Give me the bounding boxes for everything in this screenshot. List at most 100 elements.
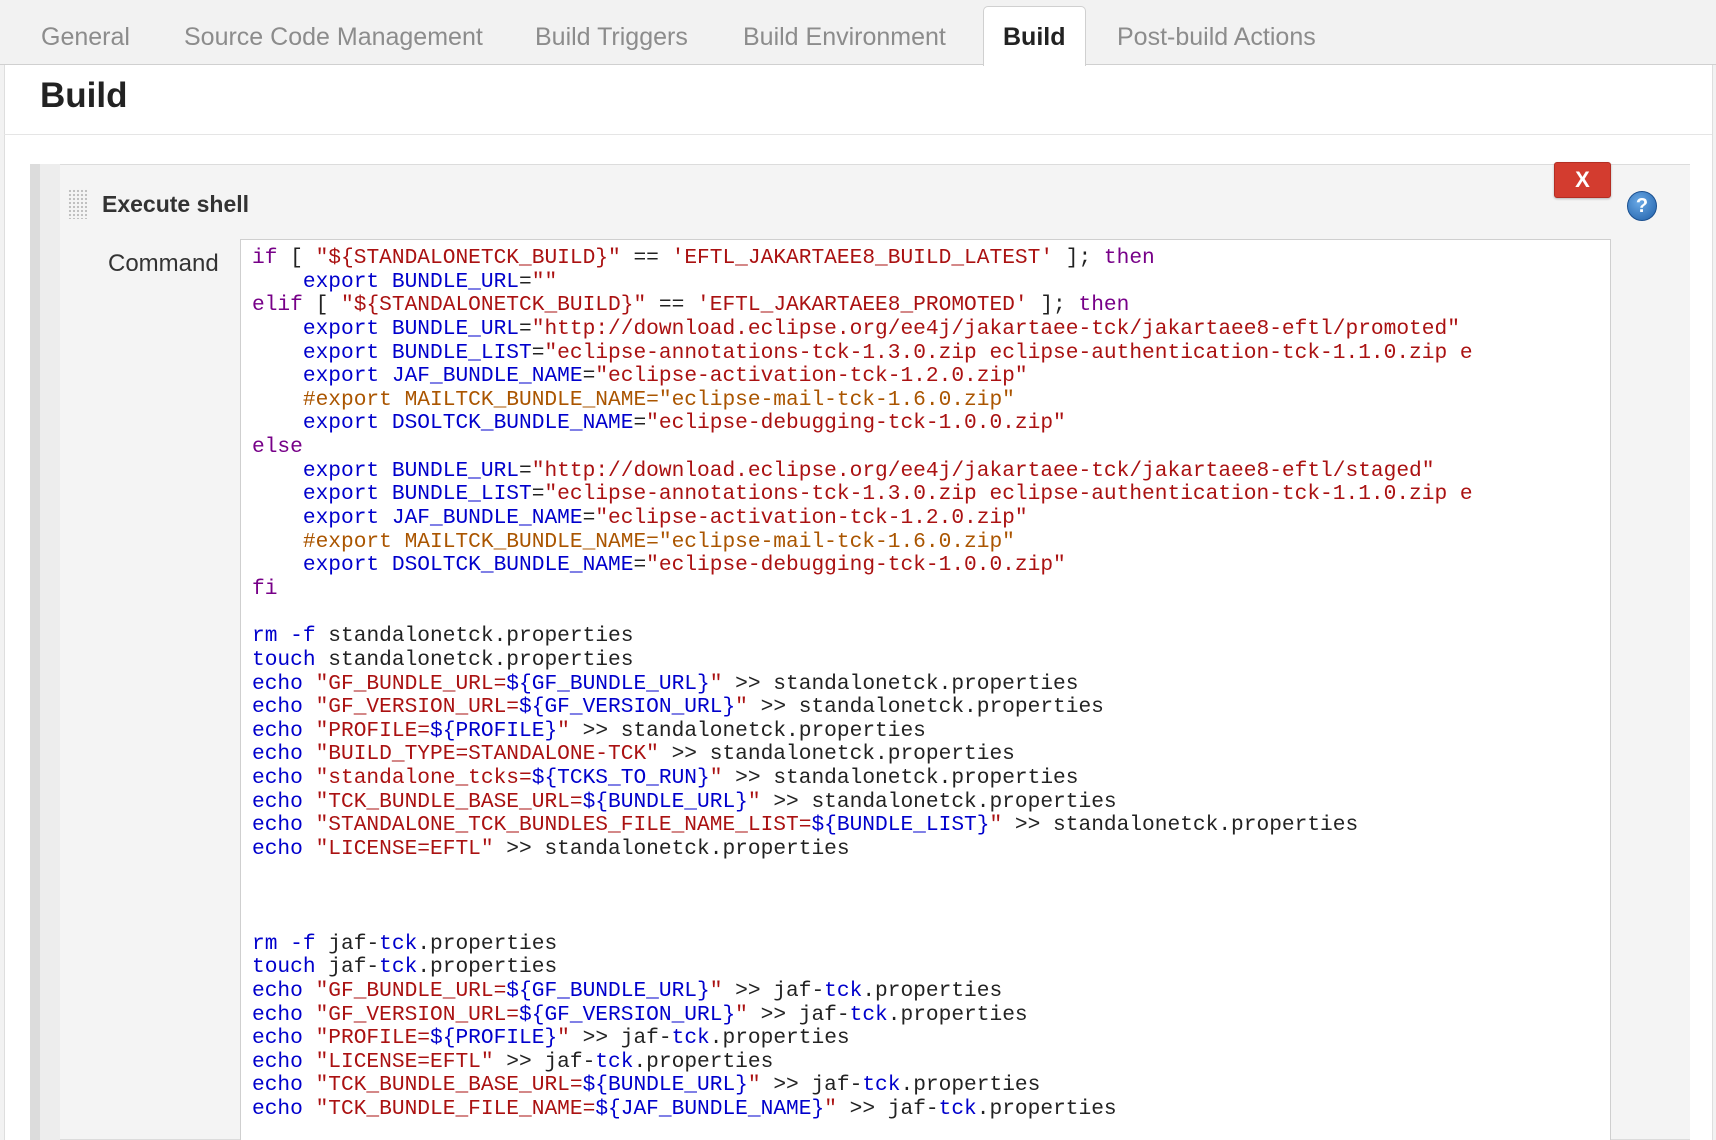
- code-token: fi: [252, 576, 278, 601]
- page-border-left: [0, 65, 5, 1140]
- code-line: rm -f standalonetck.properties: [252, 624, 1473, 649]
- code-token: tck: [862, 1073, 901, 1098]
- code-token: echo: [252, 1026, 303, 1051]
- code-token: export: [302, 340, 380, 365]
- code-line: export JAF_BUNDLE_NAME="eclipse-activati…: [252, 506, 1473, 531]
- code-token: 'EFTL_JAKARTAEE8_PROMOTED': [697, 293, 1028, 318]
- code-token: ": [557, 718, 570, 743]
- code-token: ${JAF_BUNDLE_NAME}: [595, 1097, 825, 1122]
- tab-build[interactable]: Build: [983, 6, 1086, 66]
- code-line: export BUNDLE_URL="http://download.eclip…: [252, 316, 1473, 342]
- code-token: >> standalonetck.properties: [1002, 813, 1359, 838]
- code-token: ": [735, 695, 748, 720]
- code-token: "GF_VERSION_URL=: [315, 695, 520, 720]
- code-token: =: [519, 316, 532, 341]
- code-token: touch: [252, 647, 316, 672]
- code-token: then: [1078, 293, 1130, 318]
- code-line: fi: [252, 576, 1473, 602]
- code-token: export: [302, 411, 380, 436]
- code-token: #export MAILTCK_BUNDLE_NAME="eclipse-mai…: [302, 387, 1015, 412]
- code-token: -f: [290, 931, 316, 956]
- code-token: then: [1103, 246, 1155, 270]
- code-token: ${GF_VERSION_URL}: [519, 1002, 736, 1027]
- code-token: .properties: [417, 955, 558, 980]
- code-token: >> jaf-: [722, 978, 825, 1003]
- code-token: .properties: [633, 1049, 774, 1074]
- code-token: >> jaf-: [493, 1049, 596, 1074]
- code-token: >> standalonetck.properties: [493, 837, 850, 862]
- code-token: "TCK_BUNDLE_BASE_URL=: [315, 789, 583, 814]
- code-token: tck: [671, 1026, 710, 1051]
- code-token: tck: [824, 978, 863, 1003]
- code-token: .properties: [709, 1026, 850, 1051]
- code-token: JAF_BUNDLE_NAME: [391, 506, 583, 531]
- code-token: >> jaf-: [760, 1073, 863, 1098]
- tab-build-environment[interactable]: Build Environment: [743, 14, 946, 64]
- code-token: if: [252, 246, 278, 270]
- command-editor[interactable]: if [ "${STANDALONETCK_BUILD}" == 'EFTL_J…: [240, 239, 1611, 1140]
- code-token: [: [302, 293, 342, 318]
- code-line: touch standalonetck.properties: [252, 647, 1473, 673]
- code-line: export BUNDLE_URL="http://download.eclip…: [252, 458, 1473, 484]
- code-token: BUNDLE_LIST: [391, 482, 532, 507]
- code-token: echo: [252, 695, 303, 720]
- code-line: export JAF_BUNDLE_NAME="eclipse-activati…: [252, 364, 1473, 389]
- tab-source-code-management[interactable]: Source Code Management: [184, 14, 483, 64]
- code-token: "${STANDALONETCK_BUILD}": [315, 246, 621, 270]
- code-token: >> standalonetck.properties: [569, 718, 926, 743]
- code-token: "STANDALONE_TCK_BUNDLES_FILE_NAME_LIST=: [315, 813, 812, 838]
- help-icon[interactable]: ?: [1627, 191, 1657, 221]
- code-token: =: [531, 340, 545, 365]
- code-line: echo "TCK_BUNDLE_FILE_NAME=${JAF_BUNDLE_…: [252, 1097, 1473, 1122]
- code-token: ": [709, 978, 723, 1003]
- tab-build-triggers[interactable]: Build Triggers: [535, 14, 688, 64]
- code-token: ==: [646, 293, 698, 318]
- code-token: echo: [252, 742, 303, 767]
- code-token: -f: [290, 624, 316, 649]
- code-token: =: [519, 458, 532, 483]
- code-token: "eclipse-debugging-tck-1.0.0.zip": [646, 411, 1066, 436]
- code-token: ${GF_VERSION_URL}: [519, 695, 736, 720]
- command-code: if [ "${STANDALONETCK_BUILD}" == 'EFTL_J…: [252, 246, 1473, 1122]
- code-token: echo: [252, 718, 303, 743]
- config-tab-bar: General Source Code Management Build Tri…: [0, 0, 1716, 66]
- drag-handle-icon[interactable]: [68, 189, 87, 219]
- code-line: echo "LICENSE=EFTL" >> jaf-tck.propertie…: [252, 1049, 1473, 1075]
- code-line: if [ "${STANDALONETCK_BUILD}" == 'EFTL_J…: [252, 246, 1473, 271]
- code-line: echo "LICENSE=EFTL" >> standalonetck.pro…: [252, 837, 1473, 862]
- code-line: elif [ "${STANDALONETCK_BUILD}" == 'EFTL…: [252, 293, 1473, 318]
- tab-post-build-actions[interactable]: Post-build Actions: [1117, 14, 1316, 64]
- code-token: standalonetck.properties: [315, 624, 634, 649]
- code-token: jaf-: [315, 931, 380, 956]
- code-token: echo: [252, 1002, 303, 1027]
- code-token: ${PROFILE}: [430, 1026, 558, 1051]
- code-token: ": [709, 766, 723, 791]
- code-token: "LICENSE=EFTL": [315, 1049, 494, 1074]
- code-line: echo "STANDALONE_TCK_BUNDLES_FILE_NAME_L…: [252, 814, 1473, 838]
- delete-step-button[interactable]: X: [1554, 162, 1611, 198]
- tab-general[interactable]: General: [41, 14, 130, 64]
- code-line: echo "BUILD_TYPE=STANDALONE-TCK" >> stan…: [252, 743, 1473, 767]
- code-token: ];: [1027, 293, 1079, 318]
- code-token: ": [557, 1026, 570, 1051]
- code-token: ${BUNDLE_URL}: [582, 1073, 748, 1098]
- code-token: echo: [252, 1073, 303, 1098]
